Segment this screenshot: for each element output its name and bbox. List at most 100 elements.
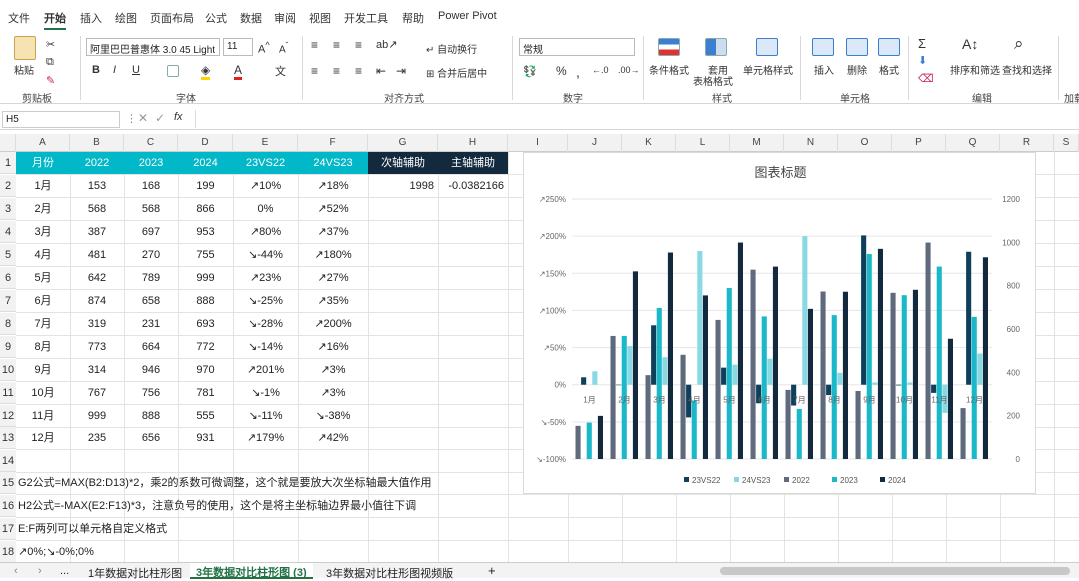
formula-input[interactable]	[195, 110, 1075, 128]
menu-tab-7[interactable]: 审阅	[274, 10, 296, 26]
table-cell[interactable]: ↗23%	[233, 267, 298, 289]
row-header-8[interactable]: 8	[0, 313, 16, 335]
next-sheet-icon[interactable]: ›	[38, 565, 42, 577]
table-cell[interactable]: ↗3%	[298, 382, 368, 404]
column-header-Q[interactable]: Q	[946, 134, 1000, 152]
row-header-6[interactable]: 6	[0, 267, 16, 289]
align-top-icon[interactable]: ≡	[311, 38, 318, 52]
table-cell[interactable]: 314	[70, 359, 124, 381]
note-r18[interactable]: ↗0%;↘-0%;0%	[18, 541, 94, 563]
table-cell[interactable]: ↘-25%	[233, 290, 298, 312]
table-cell[interactable]: 970	[178, 359, 233, 381]
italic-icon[interactable]: I	[113, 64, 116, 76]
table-cell[interactable]: 999	[178, 267, 233, 289]
table-cell[interactable]: ↘-28%	[233, 313, 298, 335]
table-cell[interactable]: 755	[178, 244, 233, 266]
underline-icon[interactable]: U	[132, 64, 140, 76]
column-header-N[interactable]: N	[784, 134, 838, 152]
table-cell[interactable]: 8月	[16, 336, 70, 358]
menu-tab-5[interactable]: 公式	[205, 10, 227, 26]
table-cell[interactable]: 693	[178, 313, 233, 335]
cut-icon[interactable]: ✂	[46, 38, 55, 51]
column-header-D[interactable]: D	[178, 134, 233, 152]
insert-function-icon[interactable]: fx	[174, 111, 183, 123]
accounting-icon[interactable]: 💱	[523, 65, 537, 78]
grow-font-icon[interactable]: A^	[258, 40, 270, 56]
column-header-I[interactable]: I	[508, 134, 568, 152]
table-cell[interactable]: 664	[124, 336, 178, 358]
table-cell[interactable]: ↗35%	[298, 290, 368, 312]
table-cell[interactable]: 697	[124, 221, 178, 243]
table-cell[interactable]: 931	[178, 427, 233, 449]
table-cell[interactable]: 874	[70, 290, 124, 312]
aux-value-cell[interactable]: 1998	[368, 175, 434, 197]
increase-decimal-icon[interactable]: ←.0	[592, 65, 609, 75]
align-right-icon[interactable]: ≡	[355, 64, 362, 78]
enter-icon[interactable]: ✓	[155, 111, 165, 125]
column-header-O[interactable]: O	[838, 134, 892, 152]
find-select-button[interactable]: 查找和选择	[1002, 62, 1052, 77]
row-header-10[interactable]: 10	[0, 359, 16, 381]
row-header-3[interactable]: 3	[0, 198, 16, 220]
table-cell[interactable]: ↗200%	[298, 313, 368, 335]
menu-tab-8[interactable]: 视图	[309, 10, 331, 26]
paste-button[interactable]: 粘贴	[14, 62, 34, 77]
table-cell[interactable]: 2月	[16, 198, 70, 220]
table-cell[interactable]: ↗80%	[233, 221, 298, 243]
menu-tab-0[interactable]: 文件	[8, 10, 30, 26]
fill-color-icon[interactable]: ◈	[201, 63, 211, 80]
select-all-corner[interactable]	[0, 134, 16, 152]
row-header-13[interactable]: 13	[0, 427, 16, 449]
align-middle-icon[interactable]: ≡	[333, 38, 340, 52]
format-painter-icon[interactable]: ✎	[46, 74, 55, 87]
table-cell[interactable]: 0%	[233, 198, 298, 220]
format-cells-icon[interactable]	[878, 38, 900, 56]
column-header-H[interactable]: H	[438, 134, 508, 152]
sort-filter-icon[interactable]: A↕	[962, 36, 978, 52]
cell-style-icon[interactable]	[756, 38, 778, 56]
menu-tab-11[interactable]: Power Pivot	[438, 10, 497, 22]
comma-icon[interactable]: ,	[576, 64, 580, 80]
clear-icon[interactable]: ⌫	[918, 72, 934, 85]
table-cell[interactable]: 568	[124, 198, 178, 220]
conditional-format-icon[interactable]	[658, 38, 680, 56]
align-center-icon[interactable]: ≡	[333, 64, 340, 78]
font-size-dropdown[interactable]: 11	[223, 38, 253, 56]
table-cell[interactable]: ↘-1%	[233, 382, 298, 404]
percent-icon[interactable]: %	[556, 64, 567, 78]
table-cell[interactable]: 781	[178, 382, 233, 404]
menu-tab-9[interactable]: 开发工具	[344, 10, 388, 26]
column-header-F[interactable]: F	[298, 134, 368, 152]
fill-icon[interactable]: ⬇	[918, 54, 927, 67]
table-cell[interactable]: 12月	[16, 427, 70, 449]
column-header-J[interactable]: J	[568, 134, 622, 152]
sheet-tab-1[interactable]: 1年数据对比柱形图	[88, 565, 182, 581]
column-header-L[interactable]: L	[676, 134, 730, 152]
more-sheets-button[interactable]: ...	[60, 565, 69, 577]
table-cell[interactable]: 999	[70, 405, 124, 427]
delete-button[interactable]: 删除	[847, 62, 867, 77]
table-cell[interactable]: ↗3%	[298, 359, 368, 381]
shrink-font-icon[interactable]: Aˇ	[279, 40, 288, 55]
table-cell[interactable]: ↗52%	[298, 198, 368, 220]
table-cell[interactable]: 888	[178, 290, 233, 312]
align-left-icon[interactable]: ≡	[311, 64, 318, 78]
column-header-S[interactable]: S	[1054, 134, 1079, 152]
table-cell[interactable]: 319	[70, 313, 124, 335]
table-cell[interactable]: 481	[70, 244, 124, 266]
row-header-4[interactable]: 4	[0, 221, 16, 243]
row-header-7[interactable]: 7	[0, 290, 16, 312]
table-cell[interactable]: 568	[70, 198, 124, 220]
column-header-K[interactable]: K	[622, 134, 676, 152]
name-box-menu-icon[interactable]: ⋮	[126, 112, 137, 125]
insert-button[interactable]: 插入	[814, 62, 834, 77]
table-cell[interactable]: ↘-14%	[233, 336, 298, 358]
decrease-decimal-icon[interactable]: .00→	[618, 65, 640, 75]
sheet-tab-3[interactable]: 3年数据对比柱形图视频版	[326, 565, 453, 581]
table-cell[interactable]: 270	[124, 244, 178, 266]
column-header-B[interactable]: B	[70, 134, 124, 152]
table-cell[interactable]: 767	[70, 382, 124, 404]
menu-tab-2[interactable]: 插入	[80, 10, 102, 26]
column-header-M[interactable]: M	[730, 134, 784, 152]
table-cell[interactable]: 3月	[16, 221, 70, 243]
